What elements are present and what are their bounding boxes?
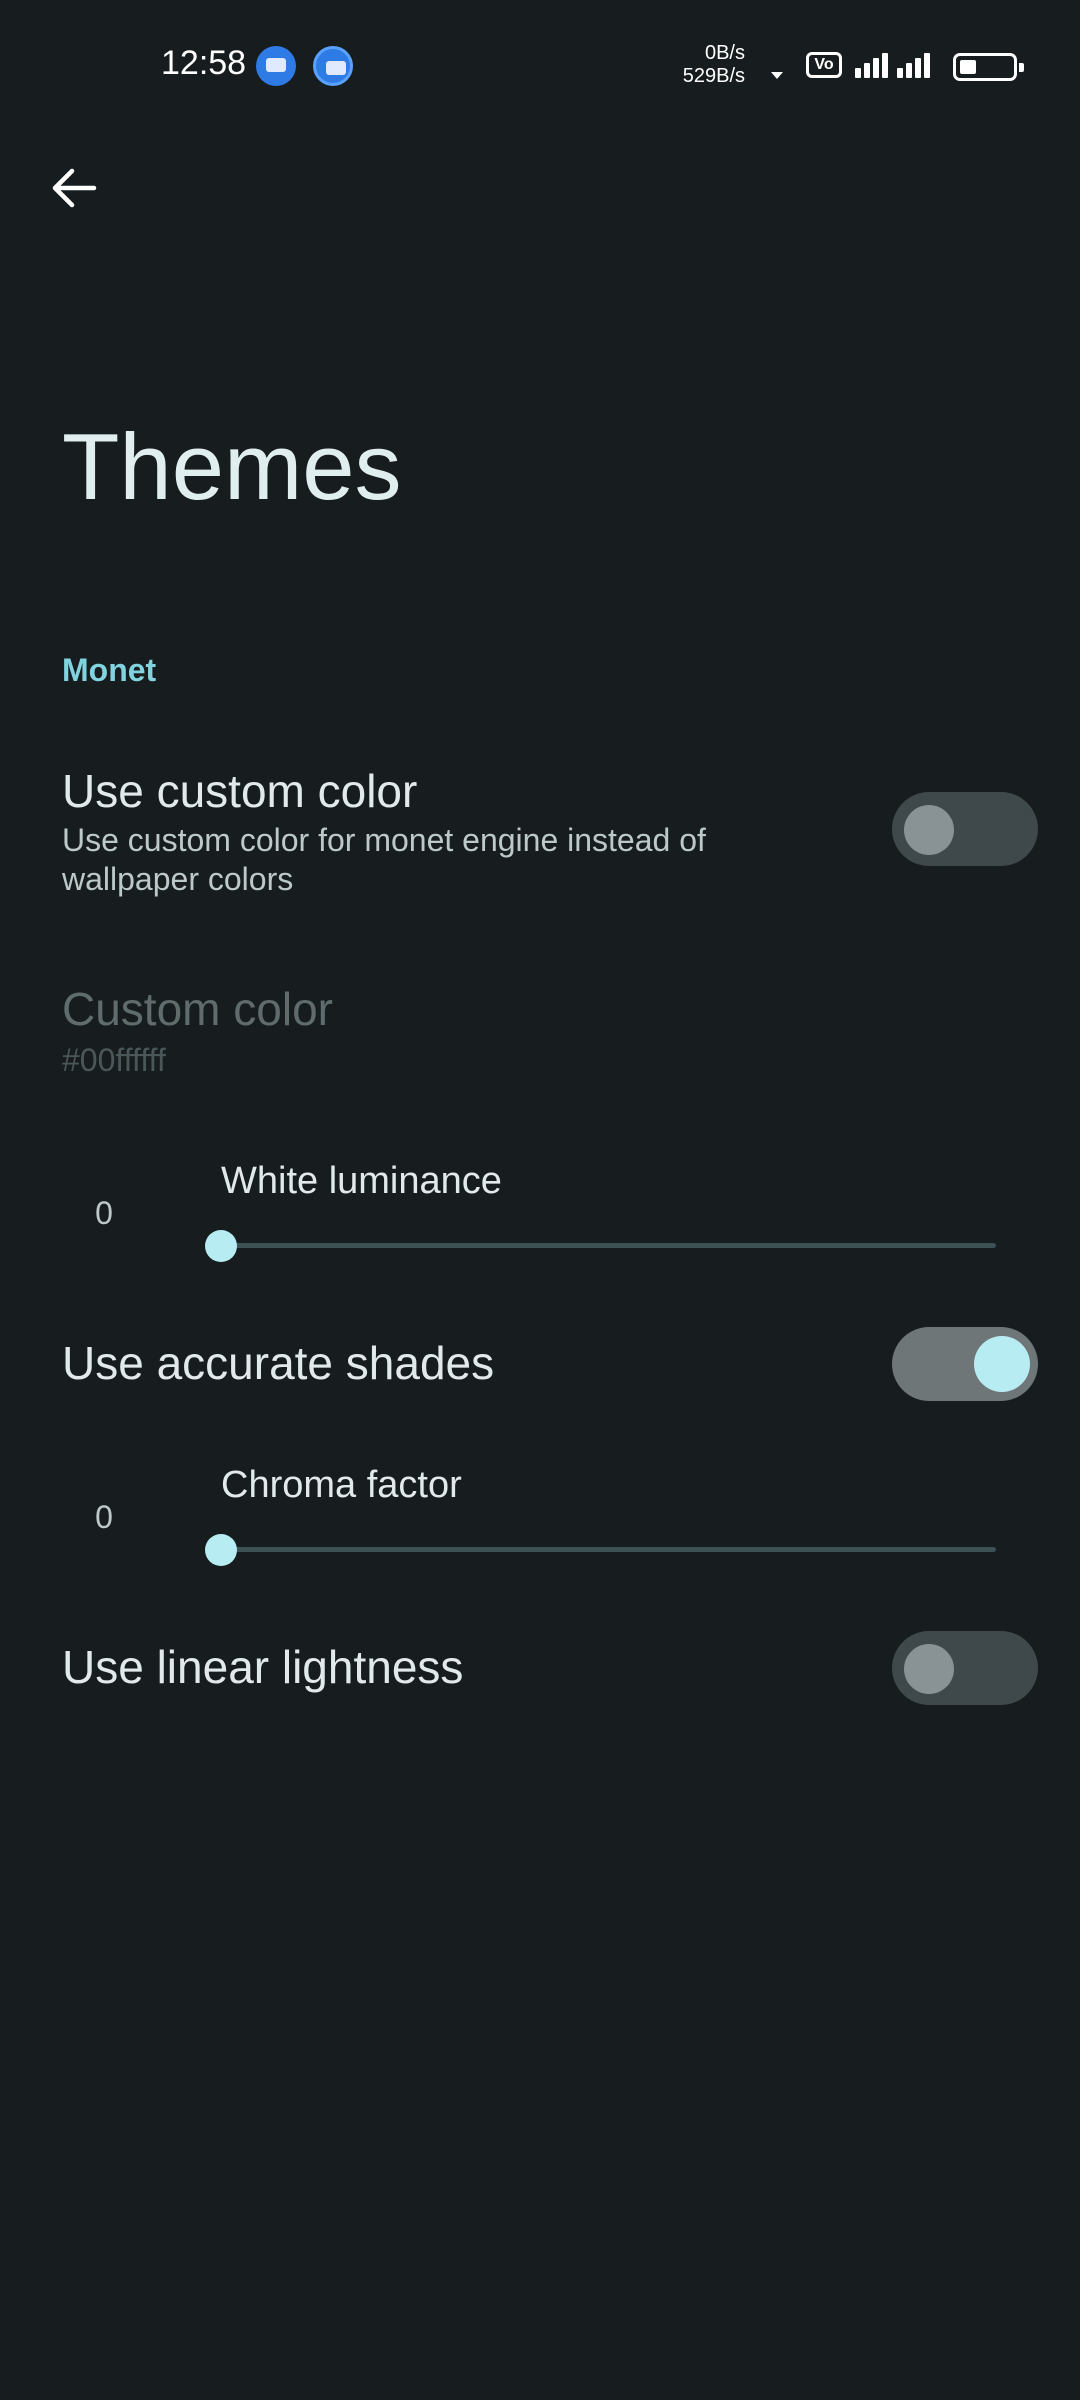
pref-title: Use accurate shades [62,1337,495,1389]
volte-icon: Vo [806,52,842,78]
wifi-activity-icon [771,72,783,79]
pref-title: Custom color [62,983,333,1035]
slider-chroma-factor: 0 Chroma factor [0,1454,1080,1584]
pref-use-custom-color[interactable]: Use custom color Use custom color for mo… [0,745,1080,915]
pref-title: Use linear lightness [62,1641,464,1693]
page-title: Themes [62,414,402,519]
net-speed-up: 0B/s [704,42,745,64]
signal-icon [855,52,888,78]
slider-thumb[interactable] [205,1230,237,1262]
arrow-back-icon [52,168,97,208]
switch-thumb [904,805,954,855]
use-linear-lightness-switch[interactable] [892,1631,1038,1705]
switch-thumb [904,1644,954,1694]
slider-thumb[interactable] [205,1534,237,1566]
status-bar: 12:58 0B/s 529B/s Vo [0,0,1080,130]
themes-screen: 12:58 0B/s 529B/s Vo Themes Monet Use cu… [0,0,1080,2400]
section-header-monet: Monet [62,652,157,688]
pref-summary: Use custom color for monet engine instea… [62,822,706,897]
slider-track[interactable] [221,1243,996,1248]
slider-track[interactable] [221,1547,996,1552]
slider-label: White luminance [221,1160,502,1202]
slider-label: Chroma factor [221,1464,462,1506]
pref-summary: #00ffffff [62,1042,166,1078]
use-accurate-shades-switch[interactable] [892,1327,1038,1401]
message-notification-icon [313,46,353,86]
battery-icon [953,53,1024,81]
pref-custom-color: Custom color #00ffffff [0,965,1080,1095]
slider-value: 0 [95,1195,113,1231]
slider-value: 0 [95,1499,113,1535]
pref-title: Use custom color [62,765,418,817]
signal-icon [897,52,930,78]
status-clock: 12:58 [161,44,247,82]
network-speed: 0B/s 529B/s [683,42,745,88]
switch-thumb [974,1336,1030,1392]
pref-use-linear-lightness[interactable]: Use linear lightness [0,1614,1080,1724]
use-custom-color-switch[interactable] [892,792,1038,866]
net-speed-down: 529B/s [682,65,745,87]
pref-use-accurate-shades[interactable]: Use accurate shades [0,1310,1080,1420]
message-notification-icon [256,46,296,86]
back-button[interactable] [40,154,108,222]
slider-white-luminance: 0 White luminance [0,1150,1080,1280]
